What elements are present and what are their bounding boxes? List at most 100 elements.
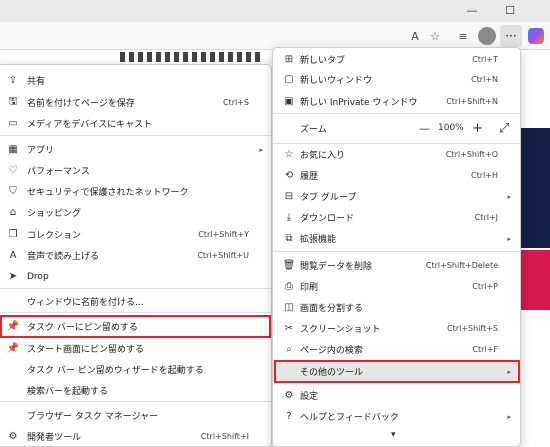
tab-groups-icon: ⊟	[284, 191, 294, 202]
menu-item-label: ブラウザー タスク マネージャー	[27, 412, 159, 422]
download-icon: ⤓	[286, 212, 292, 223]
menu-item-label: スクリーンショット	[300, 325, 381, 335]
menu-divider	[0, 135, 271, 136]
menu-item-label: 検索バーを起動する	[27, 387, 109, 397]
menu-item-label: 履歴	[300, 172, 319, 182]
menu-item-inprivate[interactable]: ▣ 新しい InPrivate ウィンドウ Ctrl+Shift+N	[273, 91, 520, 112]
profile-avatar[interactable]	[478, 27, 496, 45]
zoom-out-button[interactable]: —	[419, 122, 430, 135]
menu-item-performance[interactable]: ♡ パフォーマンス	[0, 160, 271, 181]
shortcut-hint: Ctrl+Shift+U	[197, 251, 249, 260]
shortcut-hint: Ctrl+Shift+S	[447, 324, 498, 333]
menu-item-download[interactable]: ⤓ ダウンロード Ctrl+J	[273, 207, 520, 228]
drop-icon: ➤	[8, 271, 18, 282]
menu-divider	[0, 312, 271, 313]
menu-item-entry[interactable]: ブラウザー タスク マネージャー	[0, 405, 271, 426]
menu-item-extensions[interactable]: ⧉ 拡張機能 ▸	[273, 228, 520, 249]
menu-item-apps[interactable]: ▦ アプリ ▸	[0, 139, 271, 160]
print-icon: ⎙	[285, 281, 293, 292]
menu-item-label: 閲覧データを削除	[300, 262, 373, 272]
shortcut-hint: Ctrl+Shift+I	[200, 432, 249, 441]
menu-item-help[interactable]: ? ヘルプとフィードバック ▸	[273, 406, 520, 427]
zoom-row: ズーム — 100% + ⤢	[273, 118, 520, 139]
menu-item-label: 共有	[27, 77, 46, 87]
menu-item-drop[interactable]: ➤ Drop	[0, 266, 271, 287]
menu-item-secure-network[interactable]: ⛉ セキュリティで保護されたネットワーク	[0, 181, 271, 202]
shortcut-hint: Ctrl+H	[471, 171, 498, 180]
shortcut-hint: Ctrl+P	[472, 282, 498, 291]
menu-divider	[0, 288, 271, 289]
more-icon[interactable]: ···	[500, 25, 522, 47]
menu-item-label: タスク バー ピン留めウィザードを起動する	[27, 366, 204, 376]
submenu-arrow-icon: ▸	[259, 145, 263, 154]
read-aloud-icon[interactable]: A	[406, 27, 424, 45]
title-bar: — ☐	[0, 0, 550, 22]
shortcut-hint: Ctrl+Shift+Delete	[425, 261, 498, 270]
new-window-icon: ▢	[284, 74, 294, 85]
menu-item-label: ウィンドウに名前を付ける...	[27, 298, 144, 308]
shortcut-hint: Ctrl+J	[474, 213, 498, 222]
more-items-chevron-icon[interactable]: ▾	[391, 430, 396, 440]
menu-item-entry[interactable]: ウィンドウに名前を付ける...	[0, 291, 271, 312]
menu-item-collections[interactable]: ❐ コレクション Ctrl+Shift+Y	[0, 224, 271, 245]
settings-icon: ⚙	[284, 390, 294, 401]
menu-item-tab-groups[interactable]: ⊟ タブ グループ ▸	[273, 186, 520, 207]
menu-item-split-screen[interactable]: ◫ 画面を分割する	[273, 297, 520, 318]
menu-item-print[interactable]: ⎙ 印刷 Ctrl+P	[273, 276, 520, 297]
fullscreen-icon[interactable]: ⤢	[499, 121, 509, 136]
menu-item-screenshot[interactable]: ✂ スクリーンショット Ctrl+Shift+S	[273, 318, 520, 339]
page-heading-text	[120, 52, 260, 62]
menu-item-pin-start[interactable]: 📌 スタート画面にピン留めする	[0, 338, 271, 359]
menu-item-entry[interactable]: タスク バー ピン留めウィザードを起動する	[0, 359, 271, 380]
menu-item-read-aloud[interactable]: A 音声で読み上げる Ctrl+Shift+U	[0, 245, 271, 266]
favorite-star-icon[interactable]: ☆	[426, 27, 444, 45]
performance-icon: ♡	[8, 165, 18, 176]
favorites-list-icon[interactable]: ≡	[454, 27, 472, 45]
menu-item-developer-tools[interactable]: ⚙ 開発者ツール Ctrl+Shift+I	[0, 426, 271, 447]
menu-item-label: セキュリティで保護されたネットワーク	[27, 188, 189, 198]
delete-data-icon: 🗑	[282, 260, 296, 271]
menu-item-label: Drop	[27, 271, 49, 282]
menu-item-settings[interactable]: ⚙ 設定	[273, 385, 520, 406]
submenu-arrow-icon: ▸	[507, 234, 511, 243]
favorites-icon: ☆	[284, 149, 294, 160]
menu-divider	[0, 401, 271, 402]
minimize-icon[interactable]: —	[462, 2, 482, 18]
menu-item-shopping[interactable]: ⌂ ショッピング	[0, 202, 271, 223]
submenu-arrow-icon: ▸	[507, 192, 511, 201]
developer-tools-icon: ⚙	[8, 431, 18, 442]
menu-item-label: 音声で読み上げる	[27, 252, 100, 262]
highlight-box	[0, 315, 271, 338]
menu-item-cast[interactable]: ▭ メディアをデバイスにキャスト	[0, 113, 271, 134]
menu-item-label: 拡張機能	[300, 235, 337, 245]
menu-divider	[273, 113, 520, 114]
menu-item-history[interactable]: ⟲ 履歴 Ctrl+H	[273, 165, 520, 186]
menu-item-label: 新しいタブ	[300, 56, 346, 66]
browser-settings-menu: ズーム — 100% + ⤢ ⊞ 新しいタブ Ctrl+T ▢ 新しいウィンドウ Ctrl…	[272, 47, 521, 447]
shortcut-hint: Ctrl+T	[472, 55, 498, 64]
inprivate-icon: ▣	[284, 96, 294, 107]
menu-item-save-page[interactable]: 🖫 名前を付けてページを保存 Ctrl+S	[0, 92, 271, 113]
menu-item-new-tab[interactable]: ⊞ 新しいタブ Ctrl+T	[273, 49, 520, 70]
menu-item-entry[interactable]: 検索バーを起動する	[0, 380, 271, 401]
page-banner-dark	[520, 128, 550, 248]
menu-item-share[interactable]: ⇪ 共有	[0, 70, 271, 91]
maximize-icon[interactable]: ☐	[500, 2, 520, 18]
menu-item-new-window[interactable]: ▢ 新しいウィンドウ Ctrl+N	[273, 69, 520, 90]
zoom-label: ズーム	[300, 125, 327, 135]
menu-item-label: 開発者ツール	[27, 433, 82, 443]
menu-item-find-in-page[interactable]: ⌕ ページ内の検索 Ctrl+F	[273, 339, 520, 360]
menu-item-label: 名前を付けてページを保存	[27, 99, 135, 109]
menu-item-label: ショッピング	[27, 209, 82, 219]
shortcut-hint: Ctrl+Shift+N	[446, 97, 498, 106]
menu-item-label: コレクション	[27, 231, 82, 241]
menu-item-delete-data[interactable]: 🗑 閲覧データを削除 Ctrl+Shift+Delete	[273, 255, 520, 276]
zoom-in-button[interactable]: +	[472, 121, 483, 136]
menu-item-label: スタート画面にピン留めする	[27, 345, 145, 355]
menu-item-favorites[interactable]: ☆ お気に入り Ctrl+Shift+O	[273, 144, 520, 165]
share-icon: ⇪	[8, 75, 18, 86]
menu-item-label: 印刷	[300, 283, 319, 293]
copilot-icon[interactable]	[528, 28, 544, 44]
submenu-arrow-icon: ▸	[507, 412, 511, 421]
find-in-page-icon: ⌕	[286, 344, 292, 355]
